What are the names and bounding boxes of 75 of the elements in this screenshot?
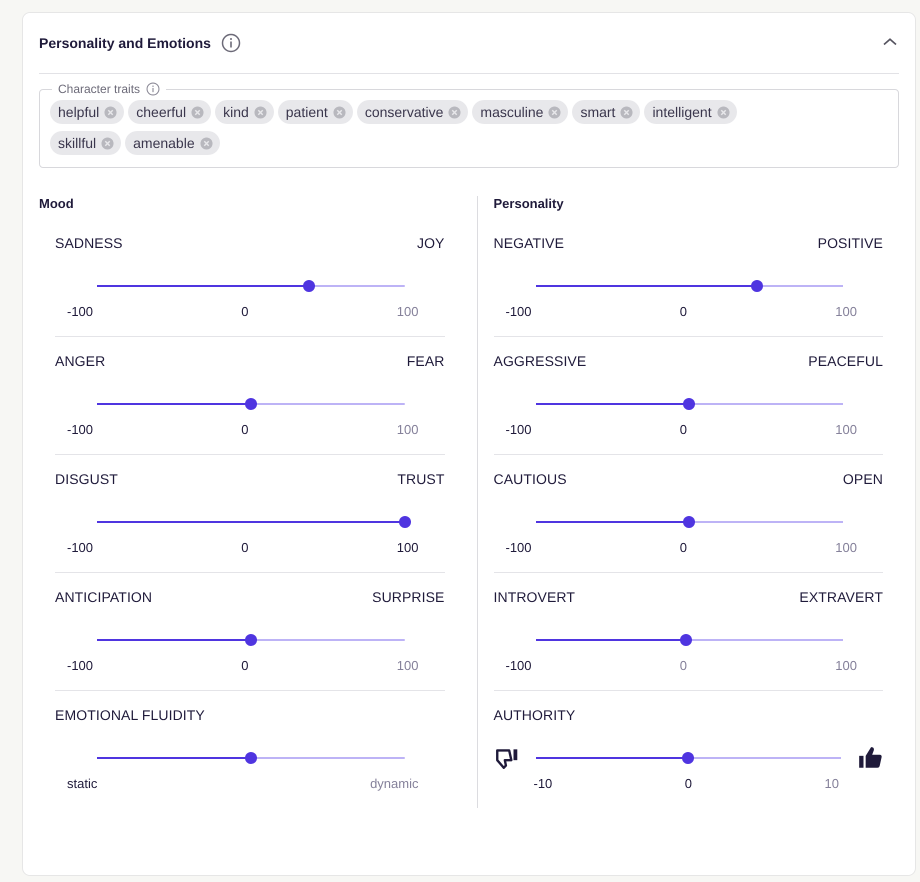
tick-label: 100 xyxy=(835,540,857,555)
scale-label: SURPRISE xyxy=(372,589,444,607)
scale-label: CAUTIOUS xyxy=(494,471,567,489)
tick-label: dynamic xyxy=(370,776,418,791)
field-label: Character traits xyxy=(58,82,140,96)
tick-label: -100 xyxy=(67,658,94,673)
tick-label: 100 xyxy=(396,658,418,673)
info-icon[interactable] xyxy=(146,82,160,96)
scale-label: ANGER xyxy=(55,353,106,371)
scale-label: AUTHORITY xyxy=(494,707,576,725)
scale-label: ANTICIPATION xyxy=(55,589,152,607)
tick-label: 100 xyxy=(396,422,418,437)
tick-label: -100 xyxy=(506,540,532,555)
tick-label: 0 xyxy=(680,658,688,673)
column-title: Personality xyxy=(492,196,565,211)
trait-tag[interactable]: cheerful xyxy=(128,100,212,124)
slider-thumb[interactable] xyxy=(680,634,692,646)
scale-label: JOY xyxy=(416,235,444,253)
slider-thumb[interactable] xyxy=(303,280,316,292)
tick-label: 100 xyxy=(835,422,857,437)
trait-tag[interactable]: helpful xyxy=(50,100,124,124)
tick-label: 0 xyxy=(680,304,688,319)
tick-label: 0 xyxy=(241,540,249,555)
tick-label: 0 xyxy=(241,658,249,673)
trait-tag[interactable]: smart xyxy=(572,100,640,124)
tick-label: -10 xyxy=(534,776,552,791)
scale-label: DISGUST xyxy=(55,471,118,489)
scale-label: NEGATIVE xyxy=(494,235,564,253)
scale-label: SADNESS xyxy=(55,235,123,253)
slider-thumb[interactable] xyxy=(398,516,410,528)
slider-thumb[interactable] xyxy=(683,398,696,410)
tick-label: -100 xyxy=(506,422,532,437)
scale-label: POSITIVE xyxy=(818,235,883,253)
tick-label: -100 xyxy=(67,422,94,437)
traits-field[interactable]: Character traits helpful cheerful kind patient conservative masculine smart intelligent skillful amenable xyxy=(39,82,899,168)
scale-label: EMOTIONAL FLUIDITY xyxy=(55,707,205,725)
tick-label: 10 xyxy=(824,776,839,791)
trait-tag[interactable]: amenable xyxy=(125,131,220,155)
scale-label: OPEN xyxy=(842,471,883,489)
tick-label: 0 xyxy=(680,422,688,437)
thumbs-up-icon[interactable] xyxy=(857,745,883,771)
tick-label: 100 xyxy=(835,304,857,319)
column-title: Mood xyxy=(39,196,75,211)
scale-label: FEAR xyxy=(406,353,444,371)
tick-label: static xyxy=(67,776,98,791)
scale-label: INTROVERT xyxy=(494,589,576,607)
section-title: Personality and Emotions xyxy=(39,35,211,51)
trait-tag[interactable]: patient xyxy=(278,100,353,124)
tick-label: -100 xyxy=(506,658,532,673)
slider-thumb[interactable] xyxy=(244,398,257,410)
tick-label: -100 xyxy=(67,304,94,319)
tick-label: -100 xyxy=(506,304,532,319)
scale-label: EXTRAVERT xyxy=(799,589,883,607)
tick-label: 100 xyxy=(396,540,418,555)
tick-label: 100 xyxy=(396,304,418,319)
trait-tag[interactable]: kind xyxy=(215,100,274,124)
slider-thumb[interactable] xyxy=(750,280,763,292)
scale-label: AGGRESSIVE xyxy=(494,353,586,371)
tick-label: 0 xyxy=(241,304,249,319)
info-icon[interactable] xyxy=(220,33,241,53)
tick-label: 0 xyxy=(680,540,688,555)
scale-label: PEACEFUL xyxy=(808,353,883,371)
slider-thumb[interactable] xyxy=(683,516,696,528)
slider-thumb[interactable] xyxy=(244,752,257,764)
trait-tag[interactable]: masculine xyxy=(472,100,568,124)
trait-tag[interactable]: intelligent xyxy=(644,100,737,124)
tick-label: 0 xyxy=(241,422,249,437)
scale-label: TRUST xyxy=(397,471,444,489)
tick-label: -100 xyxy=(67,540,94,555)
tick-label: 0 xyxy=(684,776,692,791)
slider-thumb[interactable] xyxy=(244,634,257,646)
trait-tag[interactable]: skillful xyxy=(50,131,122,155)
slider-thumb[interactable] xyxy=(682,752,694,764)
trait-tag[interactable]: conservative xyxy=(356,100,468,124)
tick-label: 100 xyxy=(835,658,857,673)
